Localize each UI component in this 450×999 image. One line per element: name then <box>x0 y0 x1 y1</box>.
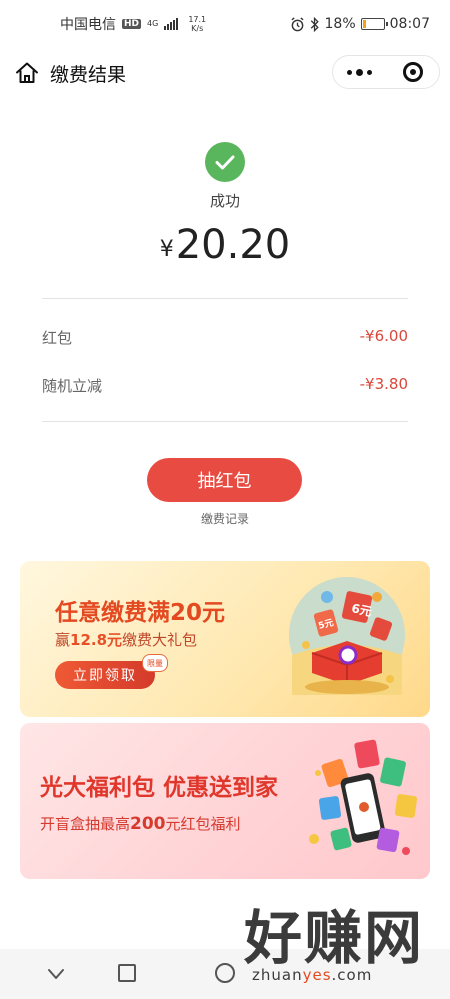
battery-icon <box>360 18 388 30</box>
currency-symbol: ¥ <box>159 237 174 262</box>
signal-icon <box>164 18 179 30</box>
banner-subtitle: 开盲盒抽最高200元红包福利 <box>40 813 241 834</box>
banner-subtitle-highlight: 200 <box>130 814 166 834</box>
discount-label: 随机立减 <box>42 377 103 395</box>
banner-subtitle-suffix: 元红包福利 <box>165 815 241 833</box>
banner-subtitle: 赢12.8元缴费大礼包 <box>55 629 197 650</box>
alarm-icon <box>290 16 304 31</box>
clock: 08:07 <box>389 16 430 32</box>
more-dot-icon <box>356 68 363 76</box>
site-watermark: 好赚网 zhuanyes.com <box>244 906 440 990</box>
payment-record-link[interactable]: 缴费记录 <box>0 510 450 527</box>
divider <box>42 298 408 299</box>
network-type: 4G <box>147 19 159 28</box>
watermark-url-suffix: .com <box>331 966 373 984</box>
more-dot-icon <box>367 69 372 75</box>
discount-row: 红包 -¥6.00 <box>42 327 408 348</box>
banner-subtitle-prefix: 赢 <box>55 631 71 649</box>
carrier-label: 中国电信 <box>60 17 116 33</box>
discount-label: 红包 <box>42 329 73 347</box>
claim-now-button[interactable]: 立即领取 <box>55 661 155 689</box>
paid-amount: ¥20.20 <box>0 222 450 268</box>
target-icon <box>402 62 423 82</box>
banner-subtitle-suffix: 缴费大礼包 <box>122 631 198 649</box>
promo-banner-blind-box[interactable]: 光大福利包 优惠送到家 开盲盒抽最高200元红包福利 <box>20 723 430 879</box>
battery-percent: 18% <box>324 16 356 32</box>
watermark-url: zhuanyes.com <box>252 966 372 984</box>
home-square-icon[interactable] <box>118 964 136 982</box>
banner-subtitle-prefix: 开盲盒抽最高 <box>40 815 131 833</box>
back-icon[interactable] <box>46 964 66 984</box>
bluetooth-icon <box>310 16 319 32</box>
status-bar: 中国电信 HD 4G 17.1 K/s 18% 08:07 <box>0 0 450 48</box>
net-speed-unit: K/s <box>191 24 204 33</box>
watermark-url-prefix: zhuan <box>252 966 303 984</box>
more-dot-icon <box>347 69 352 75</box>
net-speed: 17.1 K/s <box>188 15 206 33</box>
home-icon[interactable] <box>14 60 40 86</box>
promo-banner-cashback[interactable]: 任意缴费满20元 赢12.8元缴费大礼包 立即领取 限量 6元 5元 <box>20 561 430 717</box>
discount-value: -¥6.00 <box>359 327 408 345</box>
net-speed-value: 17.1 <box>188 15 207 24</box>
discount-value: -¥3.80 <box>359 375 408 393</box>
watermark-url-highlight: yes <box>302 966 332 984</box>
amount-value: 20.20 <box>175 222 291 268</box>
close-mini-program-button[interactable] <box>386 56 439 88</box>
banner-title: 光大福利包 优惠送到家 <box>40 775 279 801</box>
success-check-icon <box>205 142 245 182</box>
more-menu-button[interactable] <box>333 56 386 88</box>
discount-row: 随机立减 -¥3.80 <box>42 375 408 396</box>
banner-subtitle-highlight: 12.8元 <box>70 631 123 649</box>
divider <box>42 421 408 422</box>
result-status: 成功 <box>209 192 240 210</box>
gift-box-illustration: 6元 5元 <box>289 577 405 695</box>
hd-icon: HD <box>122 19 142 29</box>
draw-red-packet-button[interactable]: 抽红包 <box>147 458 302 502</box>
recent-circle-icon[interactable] <box>215 963 235 983</box>
watermark-text: 好赚网 <box>244 904 425 972</box>
phone-coupons-illustration <box>309 739 418 855</box>
mini-program-capsule <box>332 55 440 89</box>
banner-title: 任意缴费满20元 <box>55 600 226 626</box>
page-title: 缴费结果 <box>50 64 127 86</box>
page-header: 缴费结果 <box>0 52 450 94</box>
limited-badge: 限量 <box>142 654 168 672</box>
